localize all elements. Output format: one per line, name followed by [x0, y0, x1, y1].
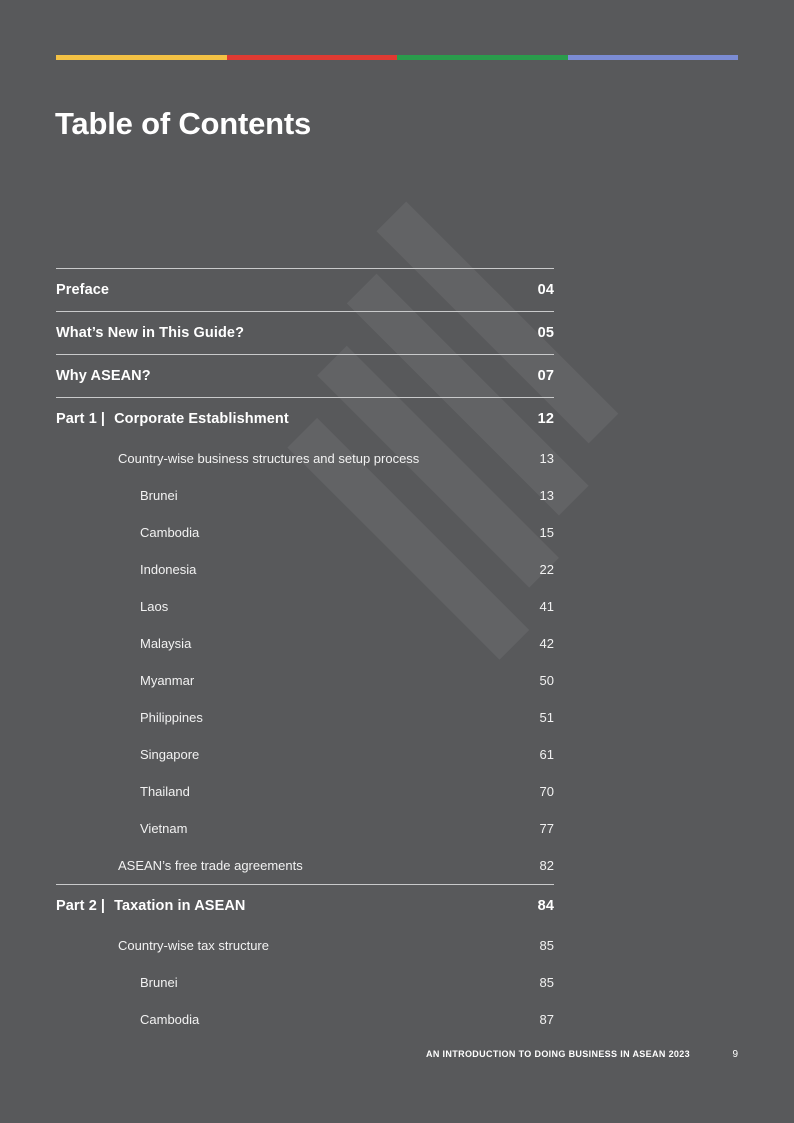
toc-entry-text: Brunei [140, 975, 178, 990]
toc-entry-text: Singapore [140, 747, 200, 762]
toc-entry-label: Brunei [140, 975, 178, 990]
toc-entry[interactable]: Laos 41 [56, 588, 554, 625]
toc-entry[interactable]: Cambodia 15 [56, 514, 554, 551]
toc-entry-page-number: 77 [539, 821, 554, 836]
toc-entry[interactable]: Myanmar 50 [56, 662, 554, 699]
toc-entry-label: Country-wise tax structure [118, 938, 269, 953]
toc-entry[interactable]: Malaysia 42 [56, 625, 554, 662]
toc-entry[interactable]: Cambodia 87 [56, 1001, 554, 1038]
toc-entry-text: Taxation in ASEAN [114, 898, 246, 914]
color-segment-yellow [56, 55, 227, 60]
toc-entry-label: Brunei [140, 488, 178, 503]
toc-entry-text: What’s New in This Guide? [56, 325, 245, 341]
table-of-contents: Preface 04 What’s New in This Guide? 05 Why … [56, 268, 554, 1038]
toc-entry-label: Why ASEAN? [56, 368, 151, 384]
toc-entry-page-number: 15 [539, 525, 554, 540]
toc-entry-text: Laos [140, 599, 169, 614]
footer-page-number: 9 [732, 1049, 738, 1060]
toc-entry[interactable]: Brunei 13 [56, 477, 554, 514]
toc-entry-text: Why ASEAN? [56, 368, 151, 384]
brand-color-bar [56, 55, 738, 60]
toc-entry-page-number: 85 [539, 938, 554, 953]
toc-part-number: Part 1 [56, 411, 97, 427]
toc-entry-label: Indonesia [140, 562, 196, 577]
toc-entry-text: Cambodia [140, 525, 200, 540]
toc-entry-text: Country-wise business structures and set… [118, 451, 420, 466]
toc-entry[interactable]: Indonesia 22 [56, 551, 554, 588]
toc-entry-label: Vietnam [140, 821, 187, 836]
color-segment-green [397, 55, 568, 60]
toc-entry-label: Philippines [140, 710, 203, 725]
toc-entry-page-number: 05 [537, 325, 554, 341]
toc-entry-text: Brunei [140, 488, 178, 503]
toc-entry[interactable]: Part 1 | Corporate Establishment 12 [56, 397, 554, 440]
toc-entry[interactable]: What’s New in This Guide? 05 [56, 311, 554, 354]
color-segment-blue [567, 55, 738, 60]
toc-entry-label: Thailand [140, 784, 190, 799]
footer-title: AN INTRODUCTION TO DOING BUSINESS IN ASE… [426, 1049, 690, 1059]
toc-part-separator: | [100, 411, 106, 427]
toc-entry-page-number: 82 [539, 858, 554, 873]
toc-entry-label: Part 1 | Corporate Establishment [56, 411, 289, 427]
toc-entry-label: Myanmar [140, 673, 194, 688]
toc-entry-label: ASEAN’s free trade agreements [118, 858, 303, 873]
color-segment-red [226, 55, 397, 60]
toc-entry-text: Vietnam [140, 821, 188, 836]
toc-entry[interactable]: Singapore 61 [56, 736, 554, 773]
toc-entry-page-number: 61 [539, 747, 554, 762]
toc-part-number: Part 2 [56, 898, 97, 914]
toc-entry[interactable]: Why ASEAN? 07 [56, 354, 554, 397]
toc-entry-label: Cambodia [140, 1012, 199, 1027]
toc-entry-page-number: 22 [539, 562, 554, 577]
toc-entry-label: Malaysia [140, 636, 191, 651]
toc-entry-page-number: 84 [537, 898, 554, 914]
toc-entry[interactable]: Philippines 51 [56, 699, 554, 736]
toc-entry-label: Cambodia [140, 525, 199, 540]
toc-entry[interactable]: Country-wise business structures and set… [56, 440, 554, 477]
toc-entry-text: Country-wise tax structure [118, 938, 269, 953]
toc-entry-label: Preface [56, 282, 109, 298]
toc-entry-text: Myanmar [140, 673, 195, 688]
toc-entry-page-number: 70 [539, 784, 554, 799]
toc-part-separator: | [100, 898, 106, 914]
toc-entry-text: Preface [56, 282, 110, 298]
toc-entry-text: Cambodia [140, 1012, 200, 1027]
toc-entry-page-number: 50 [539, 673, 554, 688]
toc-entry-page-number: 13 [539, 488, 554, 503]
toc-entry-label: What’s New in This Guide? [56, 325, 244, 341]
toc-entry-label: Laos [140, 599, 168, 614]
toc-entry[interactable]: Brunei 85 [56, 964, 554, 1001]
toc-entry-text: Thailand [140, 784, 190, 799]
toc-entry-text: ASEAN’s free trade agreements [118, 858, 303, 873]
toc-entry-text: Malaysia [140, 636, 192, 651]
toc-entry-page-number: 51 [539, 710, 554, 725]
toc-entry-label: Singapore [140, 747, 199, 762]
toc-entry-page-number: 04 [537, 282, 554, 298]
page-title: Table of Contents [55, 106, 312, 141]
toc-entry-page-number: 85 [539, 975, 554, 990]
toc-entry-page-number: 41 [539, 599, 554, 614]
toc-entry-label: Country-wise business structures and set… [118, 451, 419, 466]
toc-entry[interactable]: Country-wise tax structure 85 [56, 927, 554, 964]
toc-entry-text: Philippines [140, 710, 203, 725]
toc-entry-page-number: 13 [539, 451, 554, 466]
toc-entry[interactable]: Vietnam 77 [56, 810, 554, 847]
toc-entry[interactable]: Part 2 | Taxation in ASEAN 84 [56, 884, 554, 927]
toc-entry[interactable]: Thailand 70 [56, 773, 554, 810]
toc-entry-page-number: 07 [537, 368, 554, 384]
toc-entry-page-number: 42 [539, 636, 554, 651]
toc-entry-text: Indonesia [140, 562, 197, 577]
toc-entry-text: Corporate Establishment [114, 411, 289, 427]
toc-entry-page-number: 12 [537, 411, 554, 427]
toc-entry-label: Part 2 | Taxation in ASEAN [56, 898, 246, 914]
toc-entry[interactable]: Preface 04 [56, 268, 554, 311]
toc-entry[interactable]: ASEAN’s free trade agreements 82 [56, 847, 554, 884]
toc-entry-page-number: 87 [539, 1012, 554, 1027]
